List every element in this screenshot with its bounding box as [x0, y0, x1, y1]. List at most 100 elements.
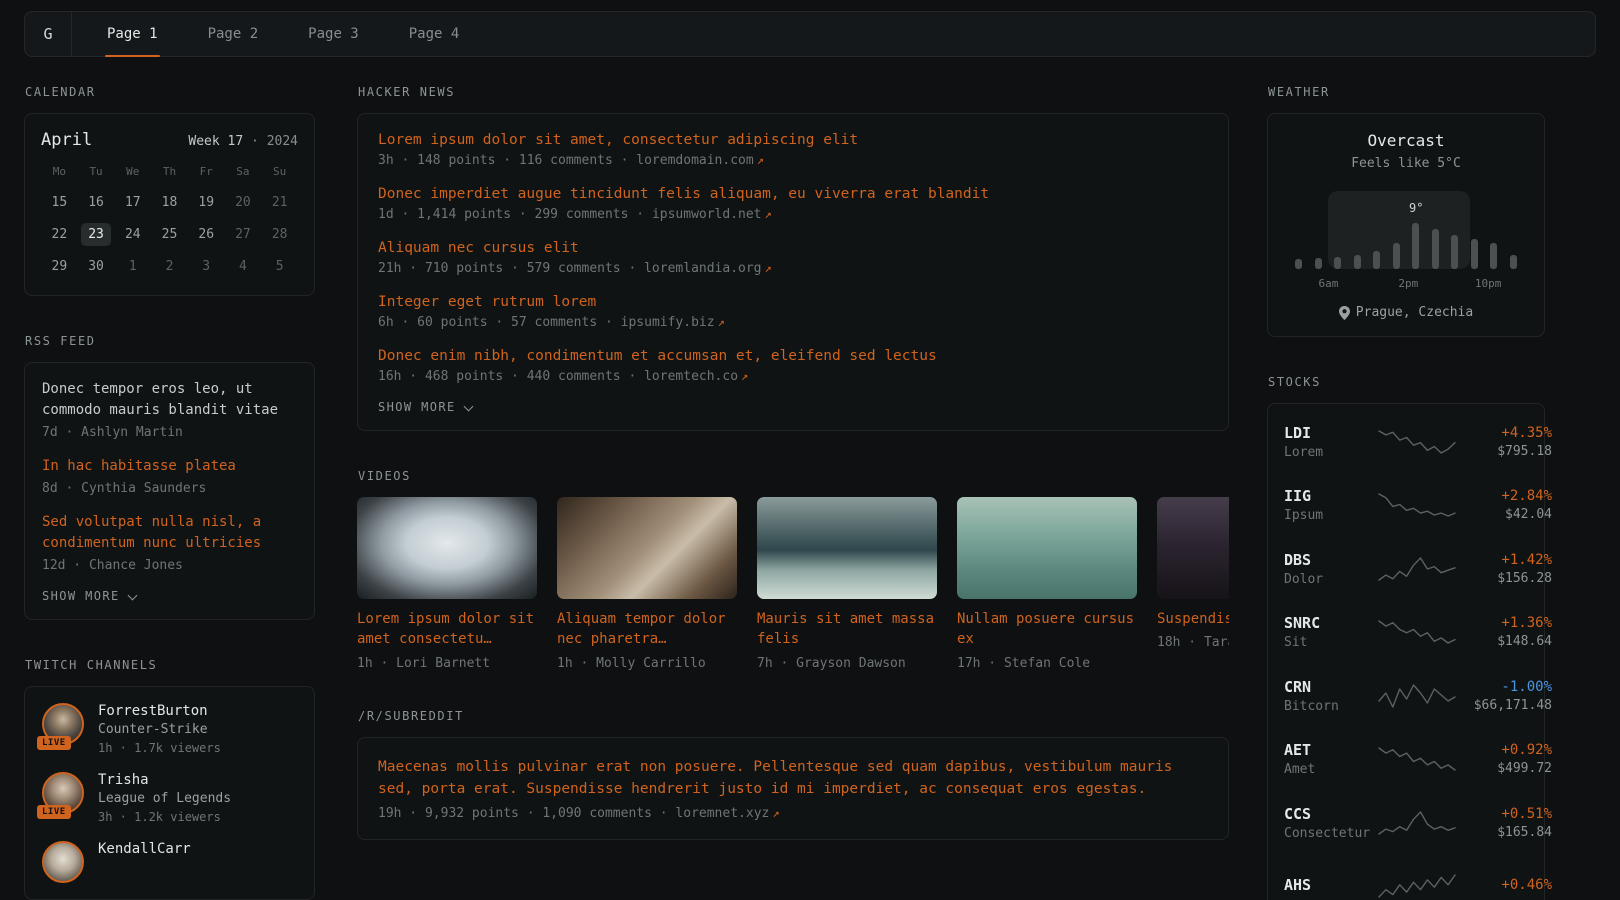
calendar-day: 29 — [41, 255, 78, 279]
twitch-channel-row[interactable]: LIVE Trisha League of Legends 3h · 1.2k … — [42, 772, 297, 824]
hn-source-link[interactable]: ipsumworld.net↗ — [652, 207, 772, 222]
stock-row[interactable]: AETAmet +0.92%$499.72 — [1284, 728, 1528, 792]
video-thumbnail[interactable] — [557, 497, 737, 599]
weather-time-labels: 6am2pm10pm — [1292, 277, 1520, 292]
calendar-day: 20 — [225, 191, 262, 215]
reddit-source-link[interactable]: loremnet.xyz↗ — [675, 806, 779, 821]
rss-item: Donec tempor eros leo, ut commodo mauris… — [42, 379, 297, 440]
twitch-channel-row[interactable]: LIVE ForrestBurton Counter-Strike 1h · 1… — [42, 703, 297, 755]
stock-change-percent: +0.92% — [1456, 742, 1552, 758]
stock-sparkline-chart — [1378, 619, 1456, 645]
stock-row[interactable]: CCSConsectetur +0.51%$165.84 — [1284, 791, 1528, 855]
hn-story-link[interactable]: Integer eget rutrum lorem — [378, 294, 1208, 310]
rss-show-more-button[interactable]: SHOW MORE — [42, 589, 137, 603]
app-logo[interactable]: G — [25, 12, 72, 56]
rss-panel: Donec tempor eros leo, ut commodo mauris… — [24, 362, 315, 620]
hn-source-link[interactable]: loremlandia.org↗ — [644, 261, 772, 276]
live-badge: LIVE — [37, 736, 71, 750]
channel-viewers: 3h · 1.2k viewers — [98, 810, 231, 824]
video-card[interactable]: Aliquam tempor dolor nec pharetra… 1h · … — [557, 497, 737, 671]
stocks-widget-title: STOCKS — [1268, 375, 1545, 389]
video-title[interactable]: Lorem ipsum dolor sit amet consectetu… — [357, 609, 537, 650]
rss-item-link[interactable]: Sed volutpat nulla nisl, a condimentum n… — [42, 512, 297, 554]
twitch-channel-row[interactable]: KendallCarr — [42, 841, 297, 883]
tab-label: Page 3 — [308, 26, 359, 42]
calendar-day: 30 — [78, 255, 115, 279]
rss-widget: RSS FEED Donec tempor eros leo, ut commo… — [24, 334, 315, 620]
hn-source-link[interactable]: ipsumify.biz↗ — [621, 315, 725, 330]
hn-story-link[interactable]: Aliquam nec cursus elit — [378, 240, 1208, 256]
video-thumbnail[interactable] — [357, 497, 537, 599]
tab-label: Page 2 — [208, 26, 259, 42]
stock-sparkline-chart — [1378, 810, 1456, 836]
video-thumbnail[interactable] — [1157, 497, 1229, 599]
video-title[interactable]: Aliquam tempor dolor nec pharetra… — [557, 609, 737, 650]
tab-label: Page 1 — [107, 26, 158, 42]
stock-sparkline-chart — [1378, 746, 1456, 772]
stock-price: $156.28 — [1456, 571, 1552, 586]
calendar-day: 1 — [114, 255, 151, 279]
tab-page-2[interactable]: Page 2 — [195, 12, 272, 56]
hn-source-link[interactable]: loremtech.co↗ — [644, 369, 748, 384]
calendar-day: 21 — [261, 191, 298, 215]
video-card[interactable]: Mauris sit amet massa felis 7h · Grayson… — [757, 497, 937, 671]
calendar-day: 4 — [225, 255, 262, 279]
stock-name: Amet — [1284, 762, 1378, 777]
hn-story-link[interactable]: Donec enim nibh, condimentum et accumsan… — [378, 348, 1208, 364]
video-title[interactable]: Mauris sit amet massa felis — [757, 609, 937, 650]
stock-name: Lorem — [1284, 445, 1378, 460]
weather-bars — [1292, 191, 1520, 269]
channel-name: KendallCarr — [98, 841, 191, 857]
hn-source-link[interactable]: loremdomain.com↗ — [636, 153, 764, 168]
reddit-post-meta: 19h · 9,932 points · 1,090 comments · lo… — [378, 806, 1208, 821]
stock-change-percent: -1.00% — [1456, 679, 1552, 695]
stock-row[interactable]: CRNBitcorn -1.00%$66,171.48 — [1284, 664, 1528, 728]
channel-name: ForrestBurton — [98, 703, 221, 719]
channel-game: League of Legends — [98, 791, 231, 806]
tab-page-4[interactable]: Page 4 — [396, 12, 473, 56]
hn-story: Lorem ipsum dolor sit amet, consectetur … — [378, 132, 1208, 168]
stock-sparkline-chart — [1378, 492, 1456, 518]
weather-hourly-chart: 9° — [1292, 191, 1520, 269]
hn-show-more-button[interactable]: SHOW MORE — [378, 400, 473, 414]
hacker-news-widget-title: HACKER NEWS — [358, 85, 1229, 99]
tab-page-3[interactable]: Page 3 — [295, 12, 372, 56]
stock-row[interactable]: IIGIpsum +2.84%$42.04 — [1284, 474, 1528, 538]
hn-story-link[interactable]: Lorem ipsum dolor sit amet, consectetur … — [378, 132, 1208, 148]
stock-row[interactable]: AHS +0.46% — [1284, 855, 1528, 900]
external-link-icon: ↗ — [741, 369, 748, 383]
right-column: WEATHER Overcast Feels like 5°C 9° 6am2p… — [1267, 85, 1545, 900]
rss-item-link[interactable]: Donec tempor eros leo, ut commodo mauris… — [42, 379, 297, 421]
stock-change-percent: +2.84% — [1456, 488, 1552, 504]
stock-sparkline-chart — [1378, 873, 1456, 899]
hn-story-link[interactable]: Donec imperdiet augue tincidunt felis al… — [378, 186, 1208, 202]
stock-row[interactable]: DBSDolor +1.42%$156.28 — [1284, 537, 1528, 601]
stock-row[interactable]: SNRCSit +1.36%$148.64 — [1284, 601, 1528, 665]
hn-story-meta: 6h · 60 points · 57 comments · ipsumify.… — [378, 315, 1208, 330]
twitch-panel: LIVE ForrestBurton Counter-Strike 1h · 1… — [24, 686, 315, 900]
rss-item-link[interactable]: In hac habitasse platea — [42, 456, 297, 477]
stock-sparkline-chart — [1378, 429, 1456, 455]
video-card[interactable]: Suspendisse diam 18h · Tara — [1157, 497, 1229, 671]
stock-symbol: SNRC — [1284, 614, 1378, 632]
calendar-widget-title: CALENDAR — [25, 85, 315, 99]
video-card[interactable]: Lorem ipsum dolor sit amet consectetu… 1… — [357, 497, 537, 671]
video-title[interactable]: Nullam posuere cursus ex — [957, 609, 1137, 650]
reddit-post: Maecenas mollis pulvinar erat non posuer… — [378, 756, 1208, 821]
channel-game: Counter-Strike — [98, 722, 221, 737]
calendar-day: 26 — [188, 223, 225, 247]
video-thumbnail[interactable] — [957, 497, 1137, 599]
tab-page-1[interactable]: Page 1 — [94, 12, 171, 56]
stock-row[interactable]: LDILorem +4.35%$795.18 — [1284, 410, 1528, 474]
stock-symbol: IIG — [1284, 487, 1378, 505]
location-pin-icon — [1339, 306, 1350, 320]
video-meta: 7h · Grayson Dawson — [757, 656, 937, 671]
stock-name: Dolor — [1284, 572, 1378, 587]
external-link-icon: ↗ — [757, 153, 764, 167]
calendar-widget: CALENDAR April Week 17 · 2024 Mo Tu We T… — [24, 85, 315, 296]
video-thumbnail[interactable] — [757, 497, 937, 599]
video-title[interactable]: Suspendisse diam — [1157, 609, 1229, 629]
reddit-post-link[interactable]: Maecenas mollis pulvinar erat non posuer… — [378, 756, 1208, 801]
stocks-widget: STOCKS LDILorem +4.35%$795.18 IIGIpsum +… — [1267, 375, 1545, 900]
video-card[interactable]: Nullam posuere cursus ex 17h · Stefan Co… — [957, 497, 1137, 671]
